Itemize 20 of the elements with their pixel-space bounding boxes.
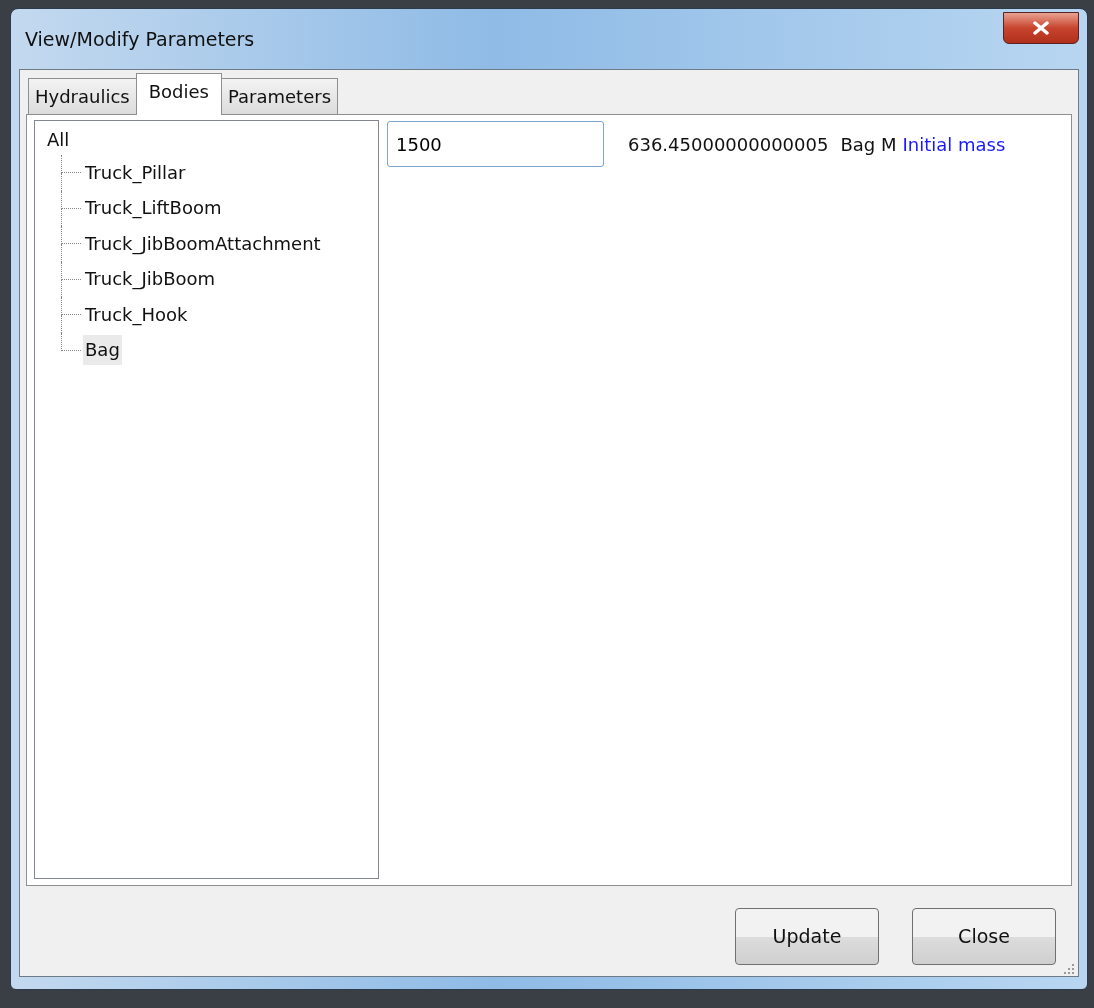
resize-grip-icon [1063,963,1075,975]
tree-item[interactable]: Truck_LiftBoom [83,193,224,224]
parameter-name: Bag M [840,132,897,157]
update-button[interactable]: Update [735,907,879,965]
close-icon [1032,21,1050,35]
tab[interactable]: Parameters [221,78,338,114]
current-value: 636.45000000000005 [628,132,829,157]
tree-item[interactable]: Truck_JibBoomAttachment [83,228,323,259]
tree-item[interactable]: Bag [83,335,122,366]
close-button[interactable] [1003,12,1079,44]
window-title: View/Modify Parameters [25,26,255,52]
value-field[interactable]: 1500 [387,121,604,167]
close-button[interactable]: Close [912,907,1056,965]
tab[interactable]: Hydraulics [28,78,137,114]
tree-item[interactable]: Truck_Hook [83,299,190,330]
tree-item[interactable]: Truck_Pillar [83,157,188,188]
parameter-description: Initial mass [902,132,1006,157]
tab[interactable]: Bodies [135,73,222,115]
tree-item[interactable]: All [45,125,72,155]
tree-item[interactable]: Truck_JibBoom [83,264,218,295]
